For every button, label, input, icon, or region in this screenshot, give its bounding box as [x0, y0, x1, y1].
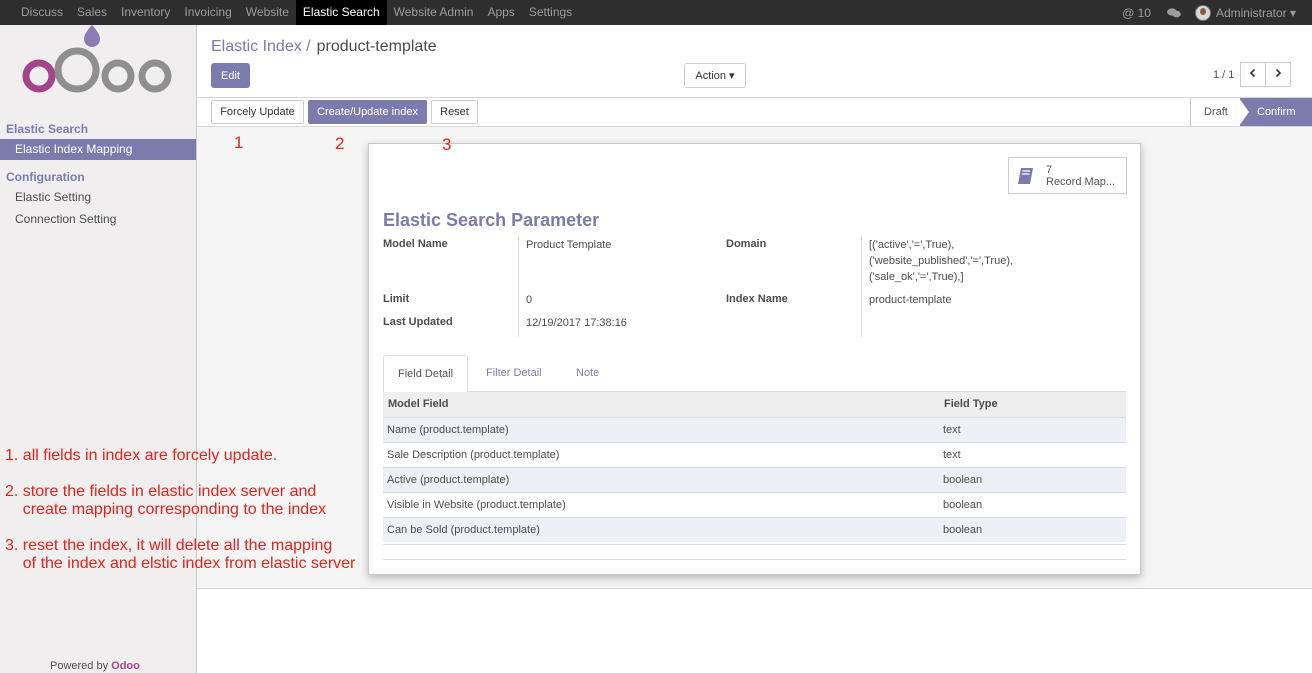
pager-previous-button[interactable]	[1240, 62, 1266, 87]
tab-filter-detail[interactable]: Filter Detail	[472, 355, 556, 392]
model-name-label: Model Name	[383, 238, 448, 250]
annotation-number-2: 2	[335, 134, 345, 153]
menu-invoicing[interactable]: Invoicing	[177, 0, 238, 25]
tab-note[interactable]: Note	[562, 355, 613, 392]
chat-icon[interactable]	[1166, 7, 1181, 18]
book-icon	[1018, 168, 1033, 184]
model-field-cell: Visible in Website (product.template)	[383, 491, 939, 517]
annotation-number-3: 3	[442, 135, 452, 154]
form-title: Elastic Search Parameter	[383, 210, 600, 230]
domain-label: Domain	[726, 238, 767, 250]
odoo-logo[interactable]	[22, 25, 174, 95]
limit-value: 0	[526, 294, 533, 306]
annotation-note-2-continued: create mapping corresponding to the inde…	[5, 501, 327, 518]
domain-value: [('active','=',True), ('website_publishe…	[869, 237, 1013, 285]
annotation-note-3-continued: of the index and elstic index from elast…	[5, 555, 356, 572]
menu-settings[interactable]: Settings	[522, 0, 579, 25]
annotation-note-2: 2. store the fields in elastic index ser…	[5, 483, 317, 500]
breadcrumb: Elastic Index / product-template	[211, 38, 437, 56]
menu-discuss[interactable]: Discuss	[14, 0, 70, 25]
menu-elastic-search[interactable]: Elastic Search	[295, 0, 387, 25]
domain-line: ('website_published','=',True),	[869, 255, 1014, 267]
chevron-left-icon	[1249, 68, 1256, 78]
form-sheet: 7 Record Map... Elastic Search Parameter…	[368, 143, 1141, 575]
reset-button[interactable]: Reset	[431, 100, 478, 124]
record-mapping-label: Record Map...	[1046, 176, 1116, 188]
action-dropdown-button[interactable]: Action ▾	[684, 63, 746, 88]
field-detail-table: Model Field Field Type Name (product.tem…	[383, 392, 1126, 542]
model-field-cell: Sale Description (product.template)	[383, 441, 939, 467]
table-row[interactable]: Active (product.template) boolean	[383, 466, 1126, 492]
breadcrumb-current: product-template	[316, 38, 437, 55]
forcely-update-button[interactable]: Forcely Update	[211, 100, 304, 124]
pager-value[interactable]: 1 / 1	[1213, 69, 1234, 81]
field-type-cell: boolean	[939, 491, 1126, 517]
table-header-row: Model Field Field Type	[383, 392, 1126, 418]
field-separator	[861, 235, 862, 337]
sidebar: Elastic Search Elastic Index Mapping Con…	[0, 25, 197, 673]
limit-label: Limit	[383, 293, 410, 305]
model-name-value: Product Template	[526, 239, 612, 251]
table-row[interactable]: Name (product.template) text	[383, 416, 1126, 442]
table-row[interactable]: Visible in Website (product.template) bo…	[383, 491, 1126, 517]
domain-line: [('active','=',True),	[869, 239, 955, 251]
index-name-label: Index Name	[726, 293, 788, 305]
form-view: Forcely Update Create/Update index Reset…	[197, 98, 1312, 673]
powered-by-brand-link[interactable]: Odoo	[111, 660, 140, 672]
edit-button[interactable]: Edit	[211, 63, 250, 88]
column-header-model-field[interactable]: Model Field	[383, 392, 939, 418]
sidebar-section-configuration: Configuration	[6, 170, 85, 184]
chevron-right-icon	[1275, 68, 1282, 78]
model-field-cell: Can be Sold (product.template)	[383, 516, 939, 542]
last-updated-value: 12/19/2017 17:38:16	[526, 317, 627, 329]
record-mapping-count: 7	[1046, 164, 1053, 176]
user-avatar[interactable]	[1194, 4, 1211, 21]
form-statusbar: Forcely Update Create/Update index Reset…	[197, 98, 1312, 127]
field-separator	[518, 235, 519, 337]
field-type-cell: boolean	[939, 516, 1126, 542]
last-updated-label: Last Updated	[383, 316, 453, 328]
field-type-cell: boolean	[939, 466, 1126, 492]
model-field-cell: Name (product.template)	[383, 416, 939, 442]
create-update-index-button[interactable]: Create/Update index	[308, 100, 427, 124]
domain-line: ('sale_ok','=',True),]	[869, 271, 964, 283]
menu-sales[interactable]: Sales	[70, 0, 114, 25]
sidebar-item-connection-setting[interactable]: Connection Setting	[0, 209, 196, 230]
menu-website-admin[interactable]: Website Admin	[387, 0, 481, 25]
top-navbar: Discuss Sales Inventory Invoicing Websit…	[0, 0, 1312, 25]
column-header-field-type[interactable]: Field Type	[939, 392, 1126, 418]
annotation-note-1: 1. all fields in index are forcely updat…	[5, 447, 278, 464]
activity-notifications[interactable]: @ 10	[1122, 6, 1151, 20]
user-menu[interactable]: Administrator ▾	[1216, 6, 1296, 20]
table-row[interactable]: Sale Description (product.template) text	[383, 441, 1126, 467]
powered-by-text: Powered by	[50, 660, 109, 672]
sidebar-item-elastic-index-mapping[interactable]: Elastic Index Mapping	[0, 139, 196, 160]
powered-by: Powered by Odoo	[50, 660, 140, 672]
tab-field-detail[interactable]: Field Detail	[383, 355, 469, 393]
index-name-value: product-template	[869, 294, 952, 306]
table-footer	[383, 544, 1126, 560]
field-type-cell: text	[939, 441, 1126, 467]
stage-confirm[interactable]: Confirm	[1239, 98, 1312, 126]
table-row[interactable]: Can be Sold (product.template) boolean	[383, 516, 1126, 542]
app-menu: Discuss Sales Inventory Invoicing Websit…	[14, 0, 579, 25]
menu-website[interactable]: Website	[239, 0, 296, 25]
annotation-number-1: 1	[234, 133, 244, 152]
breadcrumb-parent[interactable]: Elastic Index /	[211, 38, 311, 55]
stage-draft[interactable]: Draft	[1190, 98, 1240, 126]
menu-apps[interactable]: Apps	[480, 0, 521, 25]
record-mapping-smart-button[interactable]: 7 Record Map...	[1008, 157, 1127, 194]
sidebar-section-elastic-search: Elastic Search	[6, 122, 89, 136]
field-type-cell: text	[939, 416, 1126, 442]
control-panel: Elastic Index / product-template Edit Act…	[197, 25, 1312, 98]
annotation-note-3: 3. reset the index, it will delete all t…	[5, 537, 333, 554]
notebook-tabs: Field Detail Filter Detail Note	[383, 355, 1126, 393]
model-field-cell: Active (product.template)	[383, 466, 939, 492]
menu-inventory[interactable]: Inventory	[114, 0, 177, 25]
sidebar-item-elastic-setting[interactable]: Elastic Setting	[0, 187, 196, 208]
pager-next-button[interactable]	[1265, 62, 1291, 87]
